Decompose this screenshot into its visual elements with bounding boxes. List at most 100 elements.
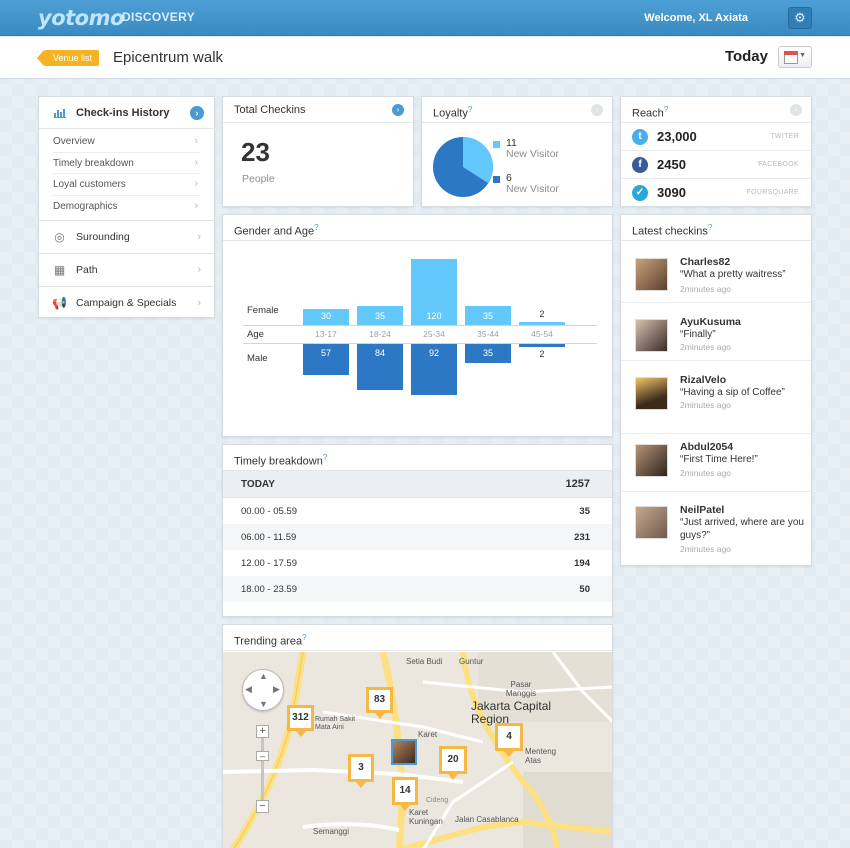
help-icon[interactable]: ? (302, 633, 306, 642)
megaphone-icon: 📢 (52, 296, 67, 310)
zoom-slider-handle[interactable]: – (256, 751, 269, 761)
chevron-right-icon: › (197, 264, 201, 276)
location-icon: ◎ (54, 230, 65, 244)
list-item[interactable]: AyuKusuma “Finally” 2minutes ago (621, 303, 811, 361)
pan-up-icon[interactable]: ▲ (259, 671, 268, 681)
map-icon: ▦ (53, 263, 66, 277)
map-pin[interactable]: 20 (439, 746, 467, 780)
help-icon[interactable]: ? (314, 223, 318, 232)
map-pin[interactable]: 3 (348, 754, 374, 788)
pan-left-icon[interactable]: ◀ (245, 684, 252, 695)
chevron-right-icon[interactable]: › (392, 104, 404, 116)
female-bar-label: 120 (426, 311, 442, 321)
reach-row-twitter: t 23,000 TWITER (621, 123, 811, 151)
venue-bar: Venue list Epicentrum walk Today ▼ (0, 37, 850, 79)
avatar[interactable] (391, 739, 417, 765)
pan-right-icon[interactable]: ▶ (273, 684, 280, 695)
legend-swatch-dark (493, 176, 500, 183)
reach-card: Reach? › t 23,000 TWITER f 2450 FACEBOOK… (620, 96, 812, 207)
legend-label: New Visitor (506, 183, 559, 195)
list-item[interactable]: Charles82 “What a pretty waitress” 2minu… (621, 241, 811, 303)
map-pin[interactable]: 4 (495, 723, 523, 757)
chevron-right-icon: › (194, 156, 198, 169)
female-bar-label: 30 (320, 311, 331, 321)
date-range-label: Today (724, 48, 768, 65)
age-tick-label: 35-44 (477, 329, 499, 339)
chevron-right-icon[interactable]: › (790, 104, 802, 116)
venue-list-button[interactable]: Venue list (36, 50, 100, 66)
sidebar-item-surounding[interactable]: ◎ Surounding › (39, 220, 214, 253)
age-row-label: Age (247, 329, 264, 340)
sidebar-item-checkins-history[interactable]: Check-ins History › (39, 97, 214, 129)
list-item[interactable]: Abdul2054 “First Time Here!” 2minutes ag… (621, 434, 811, 492)
welcome-text: Welcome, XL Axiata (644, 12, 748, 24)
map-pin[interactable]: 83 (366, 687, 393, 719)
date-picker-button[interactable]: ▼ (778, 46, 812, 68)
bar-chart-icon (54, 109, 66, 118)
top-bar: yotomo DISCOVERY Welcome, XL Axiata ⚙ (0, 0, 850, 36)
twitter-icon: t (632, 129, 648, 145)
reach-row-facebook: f 2450 FACEBOOK (621, 151, 811, 179)
list-item[interactable]: NeilPatel “Just arrived, where are you g… (621, 492, 811, 564)
help-icon[interactable]: ? (323, 453, 327, 462)
map-label: Karet (418, 730, 438, 739)
chevron-right-icon: › (194, 199, 198, 212)
sidebar-item-path[interactable]: ▦ Path › (39, 253, 214, 286)
male-bar-label: 35 (482, 348, 493, 358)
sidebar-item-campaign[interactable]: 📢 Campaign & Specials › (39, 286, 214, 319)
pan-down-icon[interactable]: ▼ (259, 699, 268, 709)
zoom-in-button[interactable]: + (256, 725, 269, 738)
female-bar-label: 2 (539, 309, 545, 319)
sidebar-nav: Check-ins History › Overview › Timely bre… (38, 96, 215, 318)
table-row: 18.00 - 23.59 50 (223, 576, 612, 602)
chevron-right-icon[interactable]: › (591, 104, 603, 116)
list-item[interactable]: RizalVelo “Having a sip of Coffee” 2minu… (621, 361, 811, 434)
male-bar-label: 57 (320, 348, 331, 358)
gender-age-card: Gender and Age? Female Age Male 30 57 13-1… (222, 214, 613, 437)
foursquare-icon: ✓ (632, 185, 648, 201)
female-bar-label: 35 (482, 311, 493, 321)
timely-breakdown-card: Timely breakdown? TODAY 1257 00.00 - 05.… (222, 444, 613, 617)
venue-title: Epicentrum walk (113, 49, 224, 66)
facebook-icon: f (632, 157, 648, 173)
chevron-right-icon: › (194, 178, 198, 190)
sidebar-subitem-overview[interactable]: Overview › (53, 131, 200, 153)
card-title: Timely breakdown? (223, 445, 612, 471)
help-icon[interactable]: ? (664, 105, 668, 114)
loyalty-pie-chart (433, 137, 493, 197)
map-label: Cideng (426, 797, 449, 804)
male-bar-label: 92 (428, 348, 439, 358)
map-label-city: Jakarta Capital Region (471, 699, 552, 726)
female-bar (519, 322, 565, 325)
help-icon[interactable]: ? (468, 105, 472, 114)
table-row: 12.00 - 17.59 194 (241, 558, 590, 569)
zoom-slider-track[interactable] (261, 738, 264, 800)
avatar (635, 377, 668, 410)
sidebar-subitem-timely-breakdown[interactable]: Timely breakdown › (53, 153, 200, 174)
avatar (635, 444, 668, 477)
age-tick-label: 13-17 (315, 329, 337, 339)
sidebar-subitem-loyal-customers[interactable]: Loyal customers › (53, 174, 200, 196)
settings-button[interactable]: ⚙ (788, 7, 812, 29)
app-subtitle: DISCOVERY (122, 10, 195, 24)
reach-row-foursquare: ✓ 3090 FOURSQUARE (621, 179, 811, 207)
card-title: Reach? › (621, 97, 811, 123)
trending-area-card: Trending area? Setia Budi Guntur Pasar M… (222, 624, 613, 848)
app-logo[interactable]: yotomo (38, 6, 124, 30)
card-title: Trending area? (223, 625, 612, 651)
gear-icon: ⚙ (794, 10, 806, 25)
total-checkins-unit: People (242, 173, 275, 185)
loyalty-card: Loyalty? › 11 New Visitor 6 New Visitor (421, 96, 613, 207)
sidebar-subitem-demographics[interactable]: Demographics › (53, 196, 200, 218)
female-bar-label: 35 (374, 311, 385, 321)
female-row-label: Female (247, 305, 279, 316)
trending-map[interactable]: Setia Budi Guntur Pasar Manggis Jakarta … (223, 652, 612, 848)
map-pin[interactable]: 14 (392, 777, 418, 811)
map-pin[interactable]: 312 (287, 705, 314, 737)
map-pan-control[interactable]: ▲ ▼ ◀ ▶ (242, 669, 284, 711)
zoom-out-button[interactable]: − (256, 800, 269, 813)
chevron-right-icon[interactable]: › (190, 106, 204, 120)
map-label: Menteng Atas (525, 747, 557, 765)
help-icon[interactable]: ? (708, 223, 712, 232)
avatar (635, 506, 668, 539)
